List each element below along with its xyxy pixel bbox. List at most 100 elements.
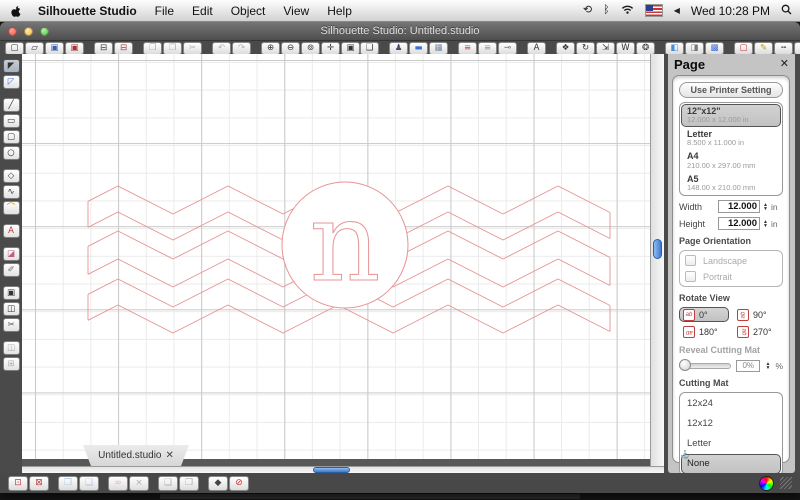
rotate-270-button[interactable]: ab 270° (733, 324, 783, 339)
A4[interactable]: A4 210.00 x 297.00 mm (681, 149, 781, 172)
drag-zoom-button[interactable]: ⊚ (301, 41, 320, 55)
pan-button[interactable]: ✛ (321, 41, 340, 55)
A5[interactable]: A5 148.00 x 210.00 mm (681, 172, 781, 195)
weld-button[interactable]: ∞ (108, 475, 128, 491)
edit-points-tool[interactable]: ◸ (2, 75, 20, 89)
character-spacing-button[interactable]: W (616, 41, 635, 55)
fit-selection-tool[interactable]: ◫ (2, 302, 20, 316)
save-as-button[interactable]: ▣ (65, 41, 84, 55)
horizontal-scrollbar[interactable] (22, 466, 664, 473)
document-tab[interactable]: Untitled.studio ✕ (83, 445, 189, 466)
text-style-button[interactable]: A (527, 41, 546, 55)
send-to-silhouette-button[interactable]: ⊟ (114, 41, 133, 55)
scale-panel-button[interactable]: ⇲ (596, 41, 615, 55)
curve-tool[interactable]: ∿ (2, 185, 20, 199)
cut-button[interactable]: ✂ (183, 41, 202, 55)
redo-button[interactable]: ↷ (232, 41, 251, 55)
window-resize-grip[interactable] (780, 477, 792, 489)
tab-close-icon[interactable]: ✕ (165, 451, 173, 461)
orientation-landscape-option[interactable]: Landscape (685, 255, 777, 267)
split-view-tool[interactable]: ◫ (2, 341, 20, 355)
fit-page-tool[interactable]: ▣ (2, 286, 20, 300)
copy-button[interactable]: ❐ (143, 41, 162, 55)
fill-style-button[interactable]: ◆ (208, 475, 228, 491)
fill-pattern-button[interactable]: ▩ (705, 41, 724, 55)
menu-silhouette-studio[interactable]: Silhouette Studio (29, 0, 146, 22)
input-source-flag-icon[interactable] (644, 4, 663, 17)
paste-button[interactable]: ❒ (163, 41, 182, 55)
open-button[interactable]: ▱ (25, 41, 44, 55)
bluetooth-icon[interactable]: ᛒ (603, 5, 610, 16)
line-color-button[interactable]: ▢ (734, 41, 753, 55)
quad-view-tool[interactable]: ⊞ (2, 357, 20, 371)
cutting-mat-12x24[interactable]: 12x24 (681, 394, 781, 414)
line-style-button[interactable]: ≡ (458, 41, 477, 55)
save-button[interactable]: ▣ (45, 41, 64, 55)
group-button[interactable]: ❐ (58, 475, 78, 491)
menu-help[interactable]: Help (318, 0, 361, 22)
12"x12"[interactable]: 12"x12" 12.000 x 12.000 in (681, 104, 781, 127)
zoom-out-button[interactable]: ⊖ (281, 41, 300, 55)
arc-tool[interactable]: ⌒ (2, 201, 20, 215)
ellipse-tool[interactable]: ○ (2, 146, 20, 160)
send-backward-button[interactable]: ❒ (179, 475, 199, 491)
cutting-mat-letter[interactable]: Letter (681, 434, 781, 454)
deselect-all-button[interactable]: ⊠ (29, 475, 49, 491)
grid-settings-button[interactable]: ▦ (429, 41, 448, 55)
no-fill-button[interactable]: ⊘ (229, 475, 249, 491)
use-printer-setting-button[interactable]: Use Printer Setting (679, 82, 783, 98)
new-document-button[interactable]: ▢ (5, 41, 24, 55)
sketch-pen-settings-button[interactable]: ⊸ (498, 41, 517, 55)
zoom-window-button[interactable] (40, 26, 49, 36)
menu-object[interactable]: Object (222, 0, 275, 22)
cutting-mat-12x12[interactable]: 12x12 (681, 414, 781, 434)
cutting-mat-none[interactable]: None (681, 454, 781, 475)
rotate-0-button[interactable]: ab 0° (679, 307, 729, 323)
width-input[interactable]: 12.000 (718, 200, 760, 214)
orientation-checkbox[interactable] (685, 255, 696, 267)
knife-tool[interactable]: ✐ (2, 263, 20, 277)
selection-style-button[interactable]: ╍ (774, 41, 793, 55)
panel-close-icon[interactable]: ✕ (780, 59, 789, 70)
undo-button[interactable]: ↶ (212, 41, 231, 55)
width-stepper[interactable]: ▲ ▼ (763, 202, 768, 211)
bring-forward-button[interactable]: ❏ (158, 475, 178, 491)
volume-icon[interactable]: ◀ (674, 6, 680, 15)
height-stepper[interactable]: ▲ ▼ (763, 219, 768, 228)
translate-panel-button[interactable]: ❖ (556, 41, 575, 55)
line-weight-button[interactable]: ≡ (478, 41, 497, 55)
wifi-icon[interactable] (621, 4, 634, 17)
orientation-checkbox[interactable] (685, 271, 696, 283)
height-input[interactable]: 12.000 (718, 217, 760, 231)
select-all-button[interactable]: ⊡ (8, 475, 28, 491)
time-machine-icon[interactable]: ⟲ (583, 5, 592, 16)
eraser-tool[interactable]: ◪ (2, 247, 20, 261)
rotate-90-button[interactable]: ab 90° (733, 307, 783, 322)
close-window-button[interactable] (8, 26, 17, 36)
text-tool[interactable]: A (2, 224, 20, 238)
apple-logo-icon[interactable] (10, 3, 23, 18)
fill-color-button[interactable]: ◧ (665, 41, 684, 55)
line-tool[interactable]: ╱ (2, 98, 20, 112)
vertical-scrollbar[interactable] (650, 54, 664, 466)
rectangle-tool[interactable]: ▭ (2, 114, 20, 128)
ungroup-button[interactable]: ❏ (79, 475, 99, 491)
reveal-slider-thumb[interactable] (679, 358, 691, 371)
crop-tool[interactable]: ✂ (2, 318, 20, 332)
color-wheel-icon[interactable] (759, 475, 774, 491)
menu-view[interactable]: View (274, 0, 318, 22)
reveal-value-input[interactable]: 0% (736, 359, 761, 372)
design-canvas[interactable]: n (22, 54, 650, 459)
lock-aspect-button[interactable]: ❑ (360, 41, 379, 55)
vertical-scroll-thumb[interactable] (653, 239, 662, 259)
sketch-pen-color-button[interactable]: ✎ (754, 41, 773, 55)
zoom-in-button[interactable]: ⊕ (261, 41, 280, 55)
spotlight-icon[interactable] (781, 4, 792, 18)
menu-file[interactable]: File (146, 0, 183, 22)
rotate-panel-button[interactable]: ↻ (576, 41, 595, 55)
select-tool[interactable]: ◤ (2, 59, 20, 73)
rotate-180-button[interactable]: ab 180° (679, 324, 729, 339)
trace-button[interactable]: ▦ (794, 41, 800, 55)
delete-button[interactable]: × (129, 475, 149, 491)
menu-bar-clock[interactable]: Wed 10:28 PM (691, 4, 770, 18)
